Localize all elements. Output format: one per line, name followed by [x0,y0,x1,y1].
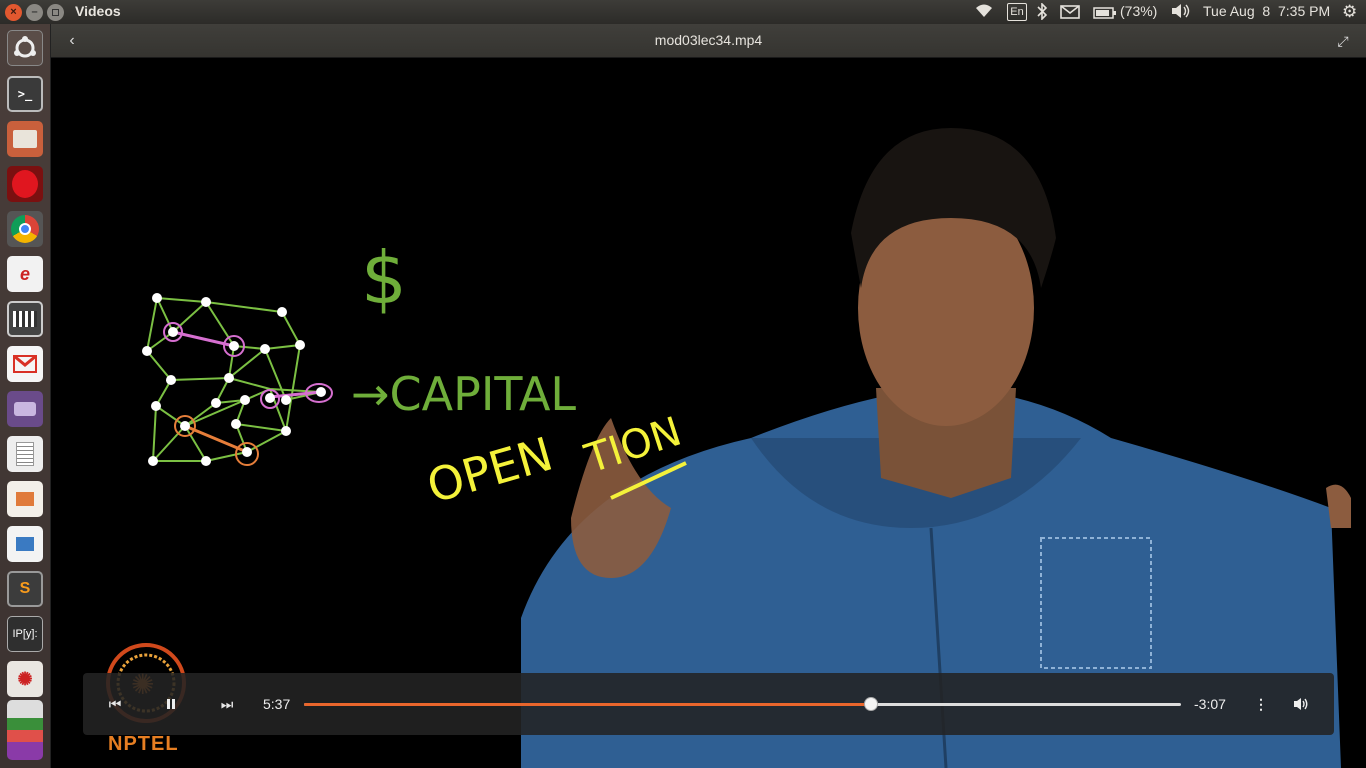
playback-controls: ⏮ ⏭ 5:37 -3:07 ⋮ [83,673,1334,735]
video-header-bar: ‹ mod03lec34.mp4 ⤢ [51,24,1366,58]
video-scene: $ →CAPITAL OPEN TION ✺ [106,128,1351,768]
gear-icon[interactable]: ⚙ [1342,2,1357,22]
chrome-icon[interactable] [7,211,43,247]
volume-icon[interactable] [1170,3,1192,22]
speaker-icon [1293,698,1309,714]
fullscreen-button[interactable]: ⤢ [1330,29,1356,53]
keyboard-layout-indicator[interactable]: En [1007,3,1027,21]
ipython-icon[interactable]: IP[y]: [7,616,43,652]
screen-recorder-icon[interactable] [7,391,43,427]
previous-button[interactable]: ⏮ [103,692,127,716]
window-maximize-button[interactable] [47,4,64,21]
opera-icon[interactable] [7,166,43,202]
text-editor-icon[interactable]: e [7,256,43,292]
sublime-text-icon[interactable]: S [7,571,43,607]
maximize-icon [52,9,59,16]
misc-apps-icon[interactable] [7,700,43,760]
bluetooth-icon[interactable] [1036,2,1048,23]
seek-bar-handle[interactable] [863,697,878,711]
volume-button[interactable] [1289,692,1313,716]
gedit-icon[interactable] [7,436,43,472]
play-pause-button[interactable] [159,692,183,716]
window-close-button[interactable]: × [5,4,22,21]
skip-forward-icon: ⏭ [220,696,234,712]
seek-bar-progress [304,703,871,706]
battery-icon[interactable] [1093,6,1117,22]
time-elapsed: 5:37 [263,696,291,712]
settings-icon[interactable]: ✺ [7,661,43,697]
impress-icon[interactable] [7,481,43,517]
nptel-watermark: NPTEL [108,733,179,755]
minimize-icon: – [31,6,38,18]
top-panel: × – Videos En (73%) Tue Aug 8 7:35 PM ⚙ [0,0,1366,24]
clock[interactable]: Tue Aug 8 7:35 PM [1203,3,1330,19]
dash-icon[interactable] [7,30,43,66]
video-editor-icon[interactable] [7,301,43,337]
gmail-icon[interactable] [7,346,43,382]
more-options-button[interactable]: ⋮ [1251,692,1271,716]
launcher: >_ e S IP[y]: ✺ [0,24,51,768]
files-icon[interactable] [7,121,43,157]
seek-bar[interactable] [304,697,1181,711]
writer-icon[interactable] [7,526,43,562]
vertical-dots-icon: ⋮ [1254,696,1268,712]
dollar-sign: $ [361,236,407,320]
video-frame[interactable]: $ →CAPITAL OPEN TION ✺ [51,58,1366,768]
skip-back-icon: ⏮ [108,696,122,712]
file-title: mod03lec34.mp4 [654,32,763,48]
terminal-icon[interactable]: >_ [7,76,43,112]
app-title: Videos [75,3,121,19]
pause-icon [167,699,175,709]
capital-label: →CAPITAL [351,367,576,421]
fullscreen-icon: ⤢ [1337,33,1349,49]
next-button[interactable]: ⏭ [215,692,239,716]
network-highlight-rings [163,322,333,466]
window-minimize-button[interactable]: – [26,4,43,21]
open-label: OPEN [421,427,558,514]
wifi-icon[interactable] [974,3,994,22]
battery-percentage[interactable]: (73%) [1120,3,1157,19]
time-remaining: -3:07 [1194,696,1226,712]
close-icon: × [10,6,17,18]
mail-icon[interactable] [1060,5,1080,22]
